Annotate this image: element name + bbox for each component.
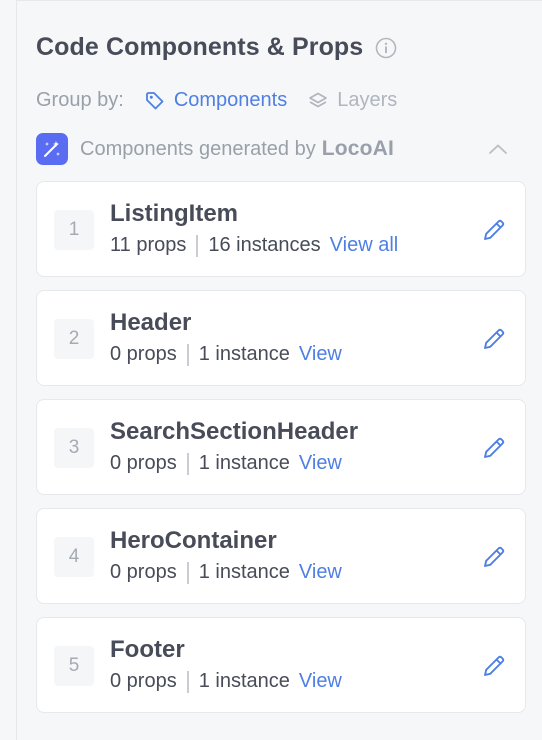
- edit-pencil-icon[interactable]: [481, 217, 507, 243]
- instance-count: 1 instance: [198, 670, 290, 692]
- props-count: 0 props: [110, 452, 177, 474]
- instance-count: 1 instance: [198, 561, 290, 583]
- components-panel: Code Components & Props Group by: Compon…: [17, 1, 542, 740]
- locoai-brand: LocoAI: [321, 137, 395, 160]
- component-name: Header: [110, 309, 192, 336]
- group-by-label: Group by:: [36, 89, 124, 111]
- view-instances-link[interactable]: View: [299, 452, 342, 475]
- collapse-chevron-up-icon[interactable]: [486, 137, 510, 161]
- component-name: Footer: [110, 636, 185, 663]
- props-count: 0 props: [110, 670, 177, 692]
- component-list: 1 ListingItem 11 props 16 instances View…: [36, 181, 526, 726]
- component-card: 3 SearchSectionHeader 0 props 1 instance…: [36, 399, 526, 495]
- group-by-layers-option[interactable]: Layers: [307, 89, 397, 112]
- meta-separator: [186, 343, 189, 366]
- component-meta: 0 props 1 instance View: [110, 452, 342, 475]
- info-icon[interactable]: [375, 37, 397, 59]
- layers-icon: [309, 92, 328, 107]
- component-meta: 0 props 1 instance View: [110, 670, 342, 693]
- component-index: 4: [54, 537, 94, 577]
- component-meta: 0 props 1 instance View: [110, 343, 342, 366]
- meta-separator: [196, 234, 199, 257]
- meta-separator: [186, 452, 189, 475]
- view-instances-link[interactable]: View: [299, 343, 342, 366]
- group-by-control: Group by: Components Layers: [36, 89, 397, 112]
- edit-pencil-icon[interactable]: [481, 326, 507, 352]
- edit-pencil-icon[interactable]: [481, 435, 507, 461]
- meta-separator: [186, 561, 189, 584]
- component-card: 1 ListingItem 11 props 16 instances View…: [36, 181, 526, 277]
- instance-count: 16 instances: [208, 234, 321, 256]
- edit-pencil-icon[interactable]: [481, 544, 507, 570]
- generated-by-row: Components generated by LocoAI: [36, 131, 524, 167]
- component-name: SearchSectionHeader: [110, 418, 359, 445]
- component-card: 5 Footer 0 props 1 instance View: [36, 617, 526, 713]
- props-count: 0 props: [110, 561, 177, 583]
- tag-icon: [145, 91, 164, 109]
- props-count: 0 props: [110, 343, 177, 365]
- page-title: Code Components & Props: [36, 33, 364, 61]
- component-meta: 0 props 1 instance View: [110, 561, 342, 584]
- generated-by-text: Components generated by: [80, 137, 316, 160]
- group-by-layers-label: Layers: [337, 89, 398, 111]
- component-index: 5: [54, 646, 94, 686]
- instance-count: 1 instance: [198, 343, 290, 365]
- edit-pencil-icon[interactable]: [481, 653, 507, 679]
- ai-badge-icon: [36, 133, 68, 165]
- group-by-components-label: Components: [173, 89, 288, 111]
- view-instances-link[interactable]: View all: [330, 234, 399, 257]
- view-instances-link[interactable]: View: [299, 670, 342, 693]
- group-by-components-option[interactable]: Components: [144, 89, 287, 112]
- instance-count: 1 instance: [198, 452, 290, 474]
- component-index: 3: [54, 428, 94, 468]
- component-card: 4 HeroContainer 0 props 1 instance View: [36, 508, 526, 604]
- component-name: ListingItem: [110, 200, 239, 227]
- view-instances-link[interactable]: View: [299, 561, 342, 584]
- component-card: 2 Header 0 props 1 instance View: [36, 290, 526, 386]
- component-meta: 11 props 16 instances View all: [110, 234, 398, 257]
- component-name: HeroContainer: [110, 527, 277, 554]
- component-index: 1: [54, 210, 94, 250]
- meta-separator: [186, 670, 189, 693]
- props-count: 11 props: [110, 234, 187, 256]
- panel-header: Code Components & Props: [36, 33, 397, 62]
- component-index: 2: [54, 319, 94, 359]
